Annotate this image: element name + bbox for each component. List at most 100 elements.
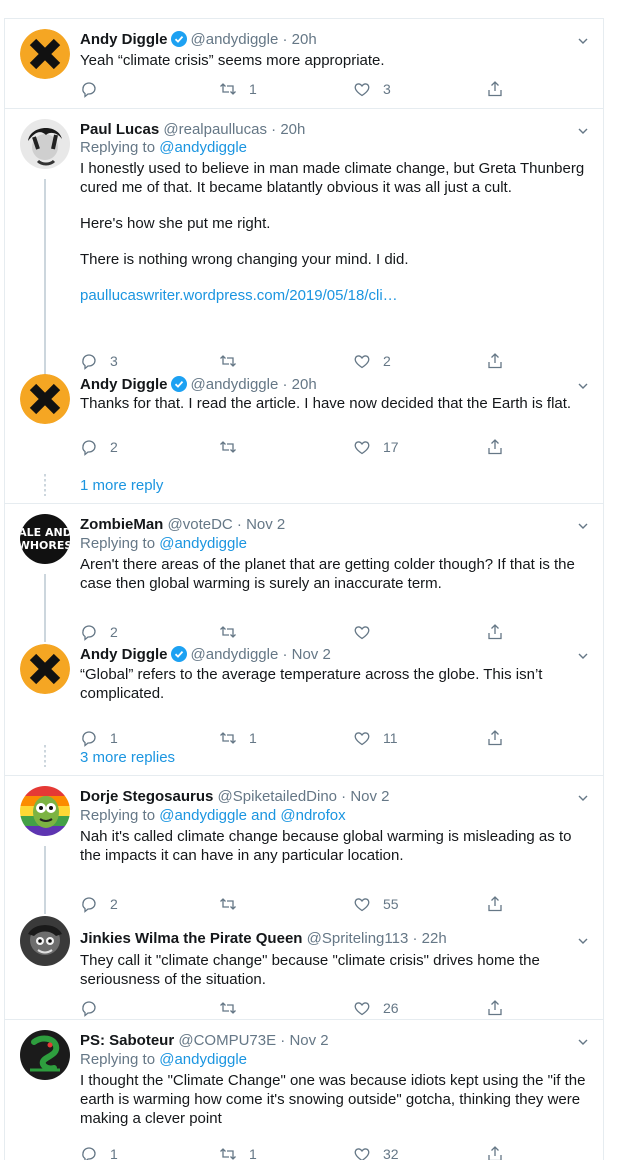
like-button[interactable]: 55 (353, 894, 399, 914)
display-name[interactable]: Paul Lucas (80, 121, 159, 138)
display-name[interactable]: Andy Diggle (80, 376, 168, 393)
reply-icon (82, 1147, 96, 1160)
user-handle[interactable]: @SpiketailedDino · Nov 2 (218, 788, 390, 805)
chevron-down-icon[interactable] (577, 935, 589, 947)
display-name[interactable]: Jinkies Wilma the Pirate Queen (80, 930, 302, 947)
retweet-button[interactable] (219, 437, 249, 457)
user-handle[interactable]: @COMPU73E · Nov 2 (178, 1032, 328, 1049)
mention-link[interactable]: @andydiggle (159, 139, 247, 156)
like-icon (354, 441, 370, 455)
avatar[interactable] (20, 29, 70, 79)
display-name[interactable]: ZombieMan (80, 516, 163, 533)
avatar[interactable] (20, 916, 70, 966)
verified-badge-icon (170, 646, 187, 662)
retweet-button[interactable] (219, 998, 249, 1018)
tweet-text: I honestly used to believe in man made c… (80, 160, 585, 196)
retweet-button[interactable] (219, 351, 249, 371)
share-button[interactable] (486, 1144, 504, 1160)
share-button[interactable] (486, 894, 504, 914)
tweet-text: Nah it's called climate change because g… (80, 828, 572, 864)
share-button[interactable] (486, 728, 504, 748)
chevron-down-icon[interactable] (577, 35, 589, 47)
share-button[interactable] (486, 351, 504, 371)
reply-button[interactable]: 2 (80, 622, 118, 642)
mention-link[interactable]: @andydiggle and @ndrofox (159, 807, 345, 824)
reply-button[interactable]: 3 (80, 351, 118, 371)
display-name[interactable]: Andy Diggle (80, 646, 168, 663)
tweet[interactable]: PS: Saboteur @COMPU73E · Nov 2 Replying … (5, 1020, 603, 1160)
avatar[interactable] (20, 644, 70, 694)
more-replies-link[interactable]: 1 more reply (80, 477, 163, 494)
avatar[interactable] (20, 1030, 70, 1080)
chevron-down-icon[interactable] (577, 520, 589, 532)
chevron-down-icon[interactable] (577, 650, 589, 662)
share-icon (488, 81, 502, 97)
article-link[interactable]: paullucaswriter.wordpress.com/2019/05/18… (80, 286, 595, 305)
like-button[interactable]: 11 (353, 728, 398, 748)
retweet-button[interactable]: 1 (219, 79, 257, 99)
tweet-text: Thanks for that. I read the article. I h… (80, 395, 572, 412)
like-button[interactable]: 32 (353, 1144, 399, 1160)
mention-link[interactable]: @andydiggle (159, 1051, 247, 1068)
user-handle[interactable]: @voteDC · Nov 2 (168, 516, 286, 533)
share-button[interactable] (486, 998, 504, 1018)
like-button[interactable]: 17 (353, 437, 399, 457)
tweet[interactable]: Jinkies Wilma the Pirate Queen @Spriteli… (5, 916, 603, 1018)
share-icon (488, 439, 502, 455)
more-replies-link[interactable]: 3 more replies (80, 749, 175, 766)
like-button[interactable]: 2 (353, 351, 391, 371)
retweet-button[interactable]: 1 (219, 728, 257, 748)
reply-button[interactable]: 1 (80, 728, 118, 748)
share-button[interactable] (486, 79, 504, 99)
reply-button[interactable] (80, 998, 110, 1018)
avatar[interactable]: ALE AND WHORES (20, 514, 70, 564)
mention-link[interactable]: @andydiggle (159, 535, 247, 552)
reply-button[interactable] (80, 79, 110, 99)
share-icon (488, 730, 502, 746)
display-name[interactable]: Andy Diggle (80, 31, 168, 48)
avatar[interactable] (20, 374, 70, 424)
retweet-button[interactable] (219, 622, 249, 642)
avatar[interactable] (20, 786, 70, 836)
user-handle[interactable]: @andydiggle · Nov 2 (191, 646, 331, 663)
reply-button[interactable]: 1 (80, 1144, 118, 1160)
tweet-text: Yeah “climate crisis” seems more appropr… (80, 52, 385, 69)
thread-dots (44, 745, 46, 767)
tweet[interactable]: Andy Diggle @andydiggle · Nov 2 “Global” … (5, 644, 603, 747)
tweet[interactable]: Andy Diggle @andydiggle · 20h Thanks for … (5, 374, 603, 474)
user-handle[interactable]: @andydiggle · 20h (191, 31, 317, 48)
retweet-icon (220, 441, 236, 453)
share-icon (488, 1000, 502, 1016)
reply-button[interactable]: 2 (80, 894, 118, 914)
tweet-text: “Global” refers to the average temperatu… (80, 666, 543, 702)
display-name[interactable]: PS: Saboteur (80, 1032, 174, 1049)
avatar-text: ALE AND (20, 526, 70, 539)
chevron-down-icon[interactable] (577, 380, 589, 392)
tweet[interactable]: Paul Lucas @realpaullucas · 20h Replying… (5, 109, 603, 379)
avatar[interactable] (20, 119, 70, 169)
user-handle[interactable]: @Spriteling113 · 22h (307, 930, 447, 947)
tweet[interactable]: Andy Diggle @andydiggle · 20h Yeah “clima… (5, 19, 603, 109)
like-button[interactable]: 26 (353, 998, 399, 1018)
chevron-down-icon[interactable] (577, 792, 589, 804)
like-icon (354, 1002, 370, 1016)
share-button[interactable] (486, 622, 504, 642)
retweet-button[interactable]: 1 (219, 1144, 257, 1160)
user-handle[interactable]: @realpaullucas · 20h (163, 121, 305, 138)
replying-to: Replying to @andydiggle (80, 1051, 248, 1068)
like-button[interactable] (353, 622, 383, 642)
tweet-text: Aren't there areas of the planet that ar… (80, 556, 575, 592)
display-name[interactable]: Dorje Stegosaurus (80, 788, 213, 805)
tweet[interactable]: Dorje Stegosaurus @SpiketailedDino · Nov… (5, 776, 603, 916)
chevron-down-icon[interactable] (577, 1036, 589, 1048)
share-button[interactable] (486, 437, 504, 457)
tweet[interactable]: ALE AND WHORES ZombieMan @voteDC · Nov 2 … (5, 504, 603, 644)
like-button[interactable]: 3 (353, 79, 391, 99)
reply-icon (82, 625, 96, 641)
chevron-down-icon[interactable] (577, 125, 589, 137)
reply-icon (82, 1001, 96, 1017)
replying-to: Replying to @andydiggle and @ndrofox (80, 807, 346, 824)
reply-button[interactable]: 2 (80, 437, 118, 457)
user-handle[interactable]: @andydiggle · 20h (191, 376, 317, 393)
retweet-button[interactable] (219, 894, 249, 914)
